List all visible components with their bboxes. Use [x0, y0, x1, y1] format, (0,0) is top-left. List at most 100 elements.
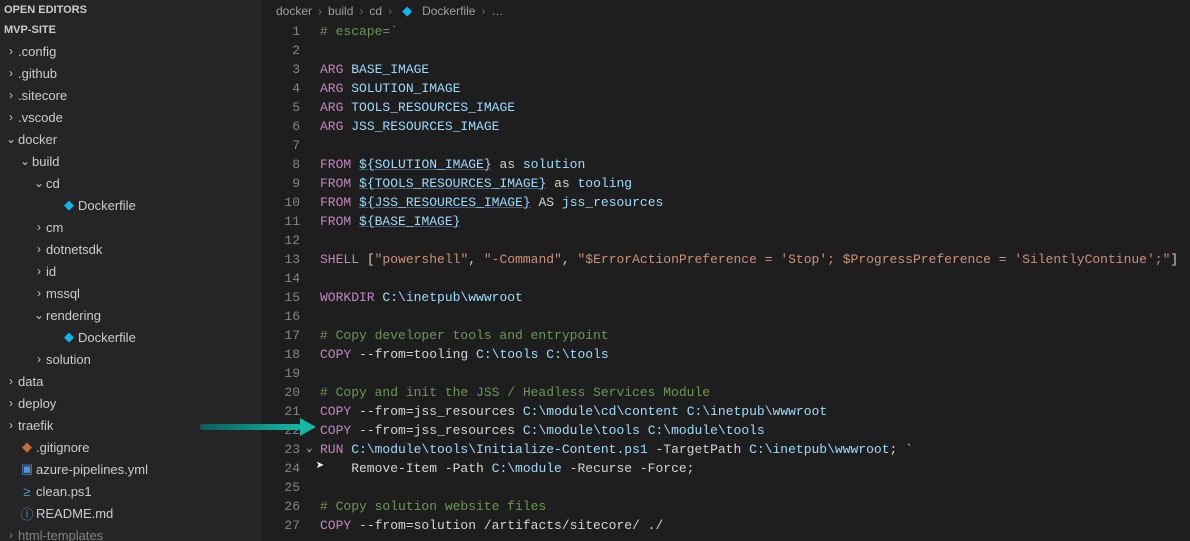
- tree-folder[interactable]: ›.config: [0, 40, 262, 62]
- token-plain: as: [492, 157, 523, 172]
- code-line[interactable]: # Copy developer tools and entrypoint: [320, 326, 1190, 345]
- tree-file[interactable]: ▣azure-pipelines.yml: [0, 458, 262, 480]
- code-line[interactable]: # escape=`: [320, 22, 1190, 41]
- line-number: 4: [262, 79, 300, 98]
- code-line[interactable]: WORKDIR C:\inetpub\wwwroot: [320, 288, 1190, 307]
- token-varplain: TOOLS_RESOURCES_IMAGE: [351, 100, 515, 115]
- code-line[interactable]: COPY --from=jss_resources C:\module\tool…: [320, 421, 1190, 440]
- open-editors-header[interactable]: OPEN EDITORS: [0, 0, 262, 20]
- code-line[interactable]: # Copy and init the JSS / Headless Servi…: [320, 383, 1190, 402]
- tree-file[interactable]: ◆Dockerfile: [0, 326, 262, 348]
- tree-item-label: docker: [18, 132, 57, 147]
- token-plain: ,: [562, 252, 578, 267]
- code-line[interactable]: [320, 478, 1190, 497]
- breadcrumb-item[interactable]: Dockerfile: [422, 4, 475, 18]
- tree-item-label: cm: [46, 220, 63, 235]
- tree-item-label: build: [32, 154, 59, 169]
- line-number: 5: [262, 98, 300, 117]
- token-varplain: tooling: [577, 176, 632, 191]
- code-line[interactable]: Remove-Item -Path C:\module -Recurse -Fo…: [320, 459, 1190, 478]
- code-line[interactable]: ARG SOLUTION_IMAGE: [320, 79, 1190, 98]
- code-editor[interactable]: 1234567891011121314151617181920212223242…: [262, 22, 1190, 541]
- token-plain: --from=jss_resources: [351, 423, 523, 438]
- tree-folder[interactable]: ⌄build: [0, 150, 262, 172]
- tree-folder[interactable]: ›cm: [0, 216, 262, 238]
- token-varplain: C:\tools: [546, 347, 608, 362]
- tree-folder[interactable]: ⌄rendering: [0, 304, 262, 326]
- line-number: 10: [262, 193, 300, 212]
- breadcrumb-item[interactable]: build: [328, 4, 353, 18]
- line-number: 17: [262, 326, 300, 345]
- token-varplain: jss_resources: [562, 195, 663, 210]
- code-content[interactable]: # escape=` ARG BASE_IMAGEARG SOLUTION_IM…: [320, 22, 1190, 541]
- code-line[interactable]: ARG JSS_RESOURCES_IMAGE: [320, 117, 1190, 136]
- line-number: 25: [262, 478, 300, 497]
- tree-folder[interactable]: ›html-templates: [0, 524, 262, 541]
- info-icon: ⓘ: [18, 504, 36, 523]
- project-name-header[interactable]: MVP-SITE: [0, 20, 262, 40]
- tree-folder[interactable]: ›deploy: [0, 392, 262, 414]
- tree-folder[interactable]: ›id: [0, 260, 262, 282]
- line-number: 9: [262, 174, 300, 193]
- token-varplain: C:\module\tools\Initialize-Content.ps1: [351, 442, 647, 457]
- code-line[interactable]: SHELL ["powershell", "-Command", "$Error…: [320, 250, 1190, 269]
- code-line[interactable]: [320, 41, 1190, 60]
- tree-item-label: id: [46, 264, 56, 279]
- tree-folder[interactable]: ›solution: [0, 348, 262, 370]
- tree-item-label: .config: [18, 44, 56, 59]
- tree-folder[interactable]: ›dotnetsdk: [0, 238, 262, 260]
- yml-icon: ▣: [18, 461, 36, 477]
- token-varplain: C:\tools: [476, 347, 538, 362]
- breadcrumb-item[interactable]: cd: [369, 4, 382, 18]
- code-line[interactable]: [320, 364, 1190, 383]
- breadcrumb-item[interactable]: …: [491, 4, 503, 18]
- fold-chevron-icon[interactable]: ⌄: [306, 440, 313, 459]
- file-tree[interactable]: ›.config›.github›.sitecore›.vscode⌄docke…: [0, 40, 262, 541]
- breadcrumbs[interactable]: docker › build › cd › ◆ Dockerfile › …: [262, 0, 1190, 22]
- tree-file[interactable]: ◆Dockerfile: [0, 194, 262, 216]
- code-line[interactable]: [320, 269, 1190, 288]
- token-plain: ,: [468, 252, 484, 267]
- code-line[interactable]: COPY --from=tooling C:\tools C:\tools: [320, 345, 1190, 364]
- code-line[interactable]: [320, 231, 1190, 250]
- code-line[interactable]: [320, 307, 1190, 326]
- line-number: 3: [262, 60, 300, 79]
- code-line[interactable]: FROM ${BASE_IMAGE}: [320, 212, 1190, 231]
- code-line[interactable]: FROM ${TOOLS_RESOURCES_IMAGE} as tooling: [320, 174, 1190, 193]
- line-number: 26: [262, 497, 300, 516]
- tree-item-label: dotnetsdk: [46, 242, 102, 257]
- chevron-right-icon: ›: [481, 4, 485, 18]
- tree-folder[interactable]: ›.github: [0, 62, 262, 84]
- tree-folder[interactable]: ›traefik: [0, 414, 262, 436]
- tree-folder[interactable]: ›mssql: [0, 282, 262, 304]
- tree-item-label: azure-pipelines.yml: [36, 462, 148, 477]
- tree-file[interactable]: ⓘREADME.md: [0, 502, 262, 524]
- code-line[interactable]: FROM ${SOLUTION_IMAGE} as solution: [320, 155, 1190, 174]
- tree-folder[interactable]: ⌄docker: [0, 128, 262, 150]
- token-keyword: RUN: [320, 442, 343, 457]
- tree-file[interactable]: ◆.gitignore: [0, 436, 262, 458]
- code-line[interactable]: COPY --from=solution /artifacts/sitecore…: [320, 516, 1190, 535]
- tree-file[interactable]: ≥clean.ps1: [0, 480, 262, 502]
- line-number: 19: [262, 364, 300, 383]
- sidebar-explorer[interactable]: OPEN EDITORS MVP-SITE ›.config›.github›.…: [0, 0, 262, 541]
- chevron-right-icon: ›: [388, 4, 392, 18]
- line-number: 21: [262, 402, 300, 421]
- code-line[interactable]: RUN C:\module\tools\Initialize-Content.p…: [320, 440, 1190, 459]
- code-line[interactable]: [320, 136, 1190, 155]
- breadcrumb-item[interactable]: docker: [276, 4, 312, 18]
- code-line[interactable]: ARG TOOLS_RESOURCES_IMAGE: [320, 98, 1190, 117]
- chevron-right-icon: ›: [359, 4, 363, 18]
- tree-folder[interactable]: ›data: [0, 370, 262, 392]
- tree-folder[interactable]: ›.vscode: [0, 106, 262, 128]
- tree-folder[interactable]: ⌄cd: [0, 172, 262, 194]
- code-line[interactable]: # Copy solution website files: [320, 497, 1190, 516]
- line-number: 8: [262, 155, 300, 174]
- token-keyword: SHELL: [320, 252, 359, 267]
- code-line[interactable]: COPY --from=jss_resources C:\module\cd\c…: [320, 402, 1190, 421]
- code-line[interactable]: FROM ${JSS_RESOURCES_IMAGE} AS jss_resou…: [320, 193, 1190, 212]
- code-line[interactable]: ARG BASE_IMAGE: [320, 60, 1190, 79]
- tree-item-label: html-templates: [18, 528, 103, 541]
- token-plain: [351, 176, 359, 191]
- tree-folder[interactable]: ›.sitecore: [0, 84, 262, 106]
